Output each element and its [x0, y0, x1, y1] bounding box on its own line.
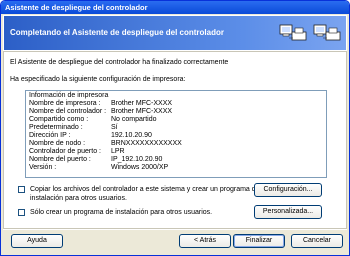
separator: [3, 229, 347, 230]
window-title: Asistente de despliegue del controlador: [5, 3, 148, 12]
printer-info-box[interactable]: Información de impresora Nombre de impre…: [25, 90, 327, 178]
wizard-banner: Completando el Asistente de despliegue d…: [3, 15, 347, 51]
finalizar-button[interactable]: Finalizar: [233, 234, 285, 248]
printer-computer-icon: [313, 24, 341, 41]
copy-files-label-line2: instalación para otros usuarios.: [30, 195, 127, 202]
only-create-option[interactable]: Sólo crear un programa de instalación pa…: [18, 208, 212, 217]
only-create-checkbox[interactable]: [18, 209, 25, 216]
configuracion-button[interactable]: Configuración...: [254, 183, 322, 197]
personalizada-button[interactable]: Personalizada...: [254, 205, 322, 219]
copy-files-option[interactable]: Copiar los archivos del controlador a es…: [18, 185, 260, 203]
copy-files-checkbox[interactable]: [18, 186, 25, 193]
atras-button[interactable]: < Atrás: [179, 234, 231, 248]
content-panel: El Asistente de despliegue del controlad…: [3, 51, 347, 229]
finished-message: El Asistente de despliegue del controlad…: [10, 59, 229, 66]
config-intro-text: Ha especificado la siguiente configuraci…: [10, 76, 186, 83]
printer-computer-icon: [279, 24, 307, 41]
printer-info-heading: Información de impresora: [29, 92, 109, 99]
banner-title: Completando el Asistente de despliegue d…: [10, 28, 224, 37]
only-create-label: Sólo crear un programa de instalación pa…: [30, 209, 213, 216]
cancelar-button[interactable]: Cancelar: [291, 234, 343, 248]
ayuda-button[interactable]: Ayuda: [11, 234, 63, 248]
title-bar[interactable]: Asistente de despliegue del controlador: [1, 1, 349, 14]
wizard-window: Asistente de despliegue del controlador …: [0, 0, 350, 256]
copy-files-label-line1: Copiar los archivos del controlador a es…: [30, 186, 260, 193]
